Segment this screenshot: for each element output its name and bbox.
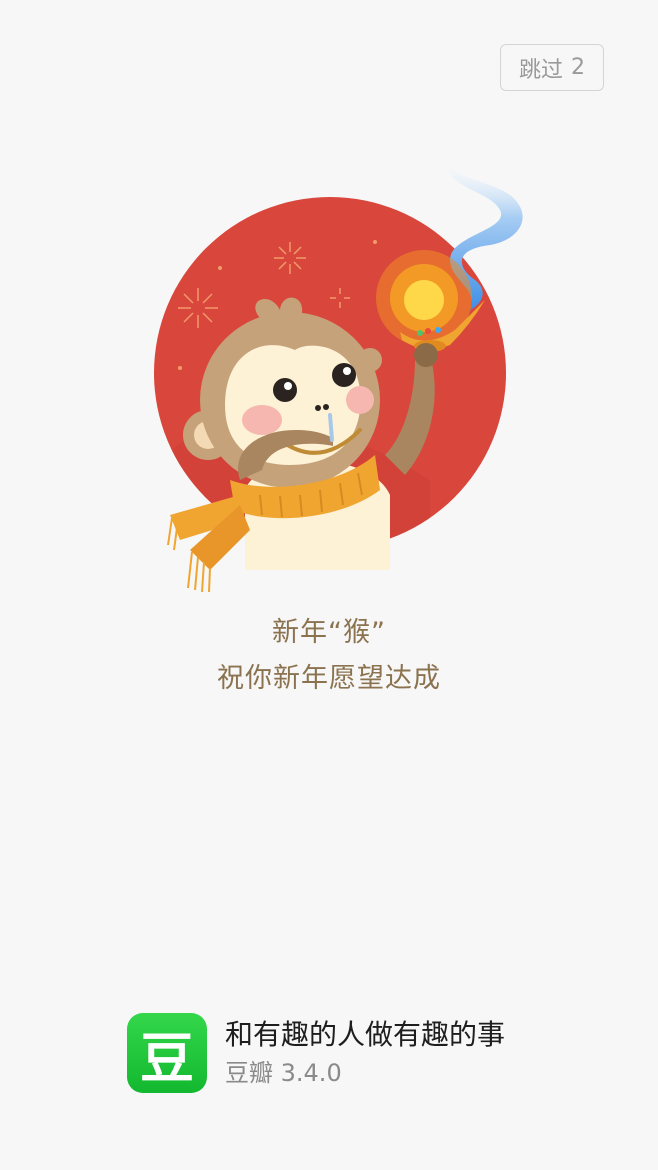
greeting-title: 新年“猴” — [272, 617, 386, 648]
greeting-subtitle: 祝你新年愿望达成 — [217, 663, 441, 694]
app-footer: 豆 和有趣的人做有趣的事 豆瓣 3.4.0 — [127, 1013, 505, 1093]
skip-button[interactable]: 跳过 2 — [500, 44, 604, 91]
app-name: 豆瓣 — [225, 1059, 273, 1087]
app-slogan: 和有趣的人做有趣的事 — [225, 1018, 506, 1051]
skip-label: 跳过 — [518, 57, 563, 83]
app-version-line: 豆瓣 3.4.0 — [225, 1056, 505, 1090]
monkey-lamp-illustration — [154, 155, 523, 593]
douban-logo-icon: 豆 — [127, 1013, 207, 1093]
skip-countdown: 2 — [571, 55, 585, 80]
app-version: 3.4.0 — [280, 1059, 342, 1087]
footer-text: 和有趣的人做有趣的事 豆瓣 3.4.0 — [225, 1016, 505, 1090]
